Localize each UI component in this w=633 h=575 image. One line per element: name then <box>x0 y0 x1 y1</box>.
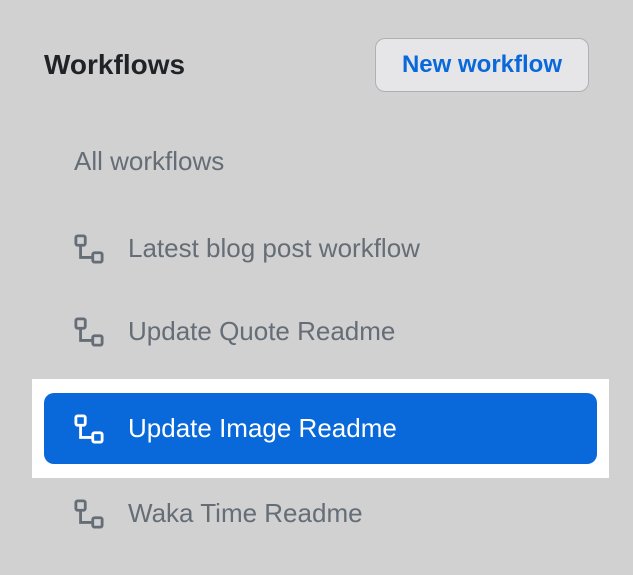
workflow-item-latest-blog[interactable]: Latest blog post workflow <box>44 213 589 284</box>
workflow-icon <box>74 414 104 444</box>
workflow-icon <box>74 234 104 264</box>
workflow-icon <box>74 499 104 529</box>
workflow-item-image-readme[interactable]: Update Image Readme <box>44 393 597 464</box>
workflow-item-label: Latest blog post workflow <box>128 233 420 264</box>
workflow-item-label: Update Quote Readme <box>128 316 395 347</box>
workflow-item-waka-time[interactable]: Waka Time Readme <box>44 478 589 549</box>
all-workflows-item[interactable]: All workflows <box>44 132 589 191</box>
workflow-icon <box>74 317 104 347</box>
new-workflow-button[interactable]: New workflow <box>375 38 589 92</box>
workflows-title: Workflows <box>44 49 185 81</box>
workflows-header: Workflows New workflow <box>44 38 589 92</box>
workflow-item-label: Update Image Readme <box>128 413 397 444</box>
workflow-item-label: Waka Time Readme <box>128 498 363 529</box>
workflow-item-quote-readme[interactable]: Update Quote Readme <box>44 296 589 367</box>
workflow-list: All workflows Latest blog post workflow … <box>44 132 589 561</box>
workflow-selected-wrapper: Update Image Readme <box>32 379 609 478</box>
